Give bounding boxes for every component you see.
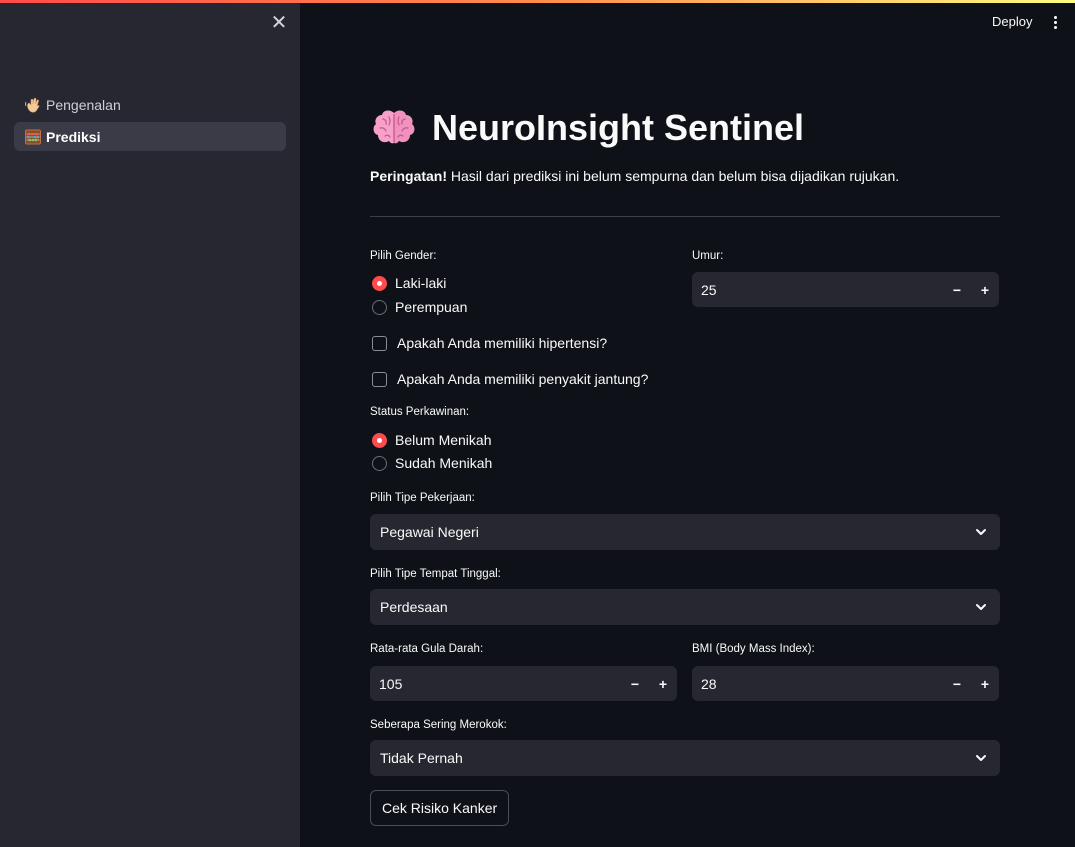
radio-unselected-icon	[372, 299, 387, 315]
work-type-label: Pilih Tipe Pekerjaan:	[370, 492, 475, 504]
select-value: Perdesaan	[380, 599, 448, 615]
checkbox-unchecked-icon	[372, 335, 387, 351]
gender-label: Pilih Gender:	[370, 250, 437, 262]
radio-label: Laki-laki	[395, 275, 447, 291]
age-increment-button[interactable]: +	[971, 272, 999, 307]
sidebar: ✕ Pengenalan Prediksi	[0, 0, 300, 847]
marital-option-belum-menikah[interactable]: Belum Menikah	[372, 432, 492, 448]
radio-selected-icon	[372, 432, 387, 448]
gender-option-laki-laki[interactable]: Laki-laki	[372, 275, 446, 291]
checkbox-label: Apakah Anda memiliki penyakit jantung?	[397, 371, 649, 387]
age-input[interactable]: 25	[692, 282, 943, 298]
chevron-down-icon	[976, 529, 986, 535]
deploy-button[interactable]: Deploy	[986, 12, 1038, 32]
residence-label: Pilih Tipe Tempat Tinggal:	[370, 568, 501, 580]
warning-bold: Peringatan!	[370, 168, 448, 184]
checkbox-label: Apakah Anda memiliki hipertensi?	[397, 335, 608, 351]
bmi-input[interactable]: 28	[692, 676, 943, 692]
chevron-down-icon	[976, 755, 986, 761]
radio-label: Perempuan	[395, 299, 468, 315]
sidebar-item-pengenalan[interactable]: Pengenalan	[14, 90, 286, 119]
check-cancer-risk-button[interactable]: Cek Risiko Kanker	[370, 790, 510, 826]
header-decoration	[0, 0, 1075, 3]
age-decrement-button[interactable]: −	[943, 272, 971, 307]
glucose-increment-button[interactable]: +	[649, 666, 677, 701]
sidebar-item-label: Prediksi	[46, 128, 101, 145]
radio-label: Belum Menikah	[395, 432, 492, 448]
glucose-decrement-button[interactable]: −	[621, 666, 649, 701]
sidebar-item-prediksi[interactable]: Prediksi	[14, 122, 286, 151]
heart-disease-checkbox[interactable]: Apakah Anda memiliki penyakit jantung?	[372, 371, 648, 387]
page-title: NeuroInsight Sentinel	[370, 104, 804, 152]
main-menu-icon[interactable]	[1048, 12, 1062, 32]
warning-text: Peringatan! Hasil dari prediksi ini belu…	[370, 168, 899, 184]
brain-icon	[373, 110, 415, 144]
warning-message: Hasil dari prediksi ini belum sempurna d…	[447, 168, 900, 184]
residence-select[interactable]: Perdesaan	[370, 589, 1000, 625]
close-sidebar-icon[interactable]: ✕	[268, 12, 290, 34]
radio-selected-icon	[372, 275, 387, 291]
abacus-icon	[24, 128, 42, 146]
waving-hand-icon	[24, 96, 42, 114]
radio-label: Sudah Menikah	[395, 455, 493, 471]
glucose-number-input: 105 − +	[370, 666, 677, 701]
age-label: Umur:	[692, 250, 724, 262]
marital-status-label: Status Perkawinan:	[370, 406, 470, 418]
sidebar-item-label: Pengenalan	[46, 96, 121, 113]
hypertension-checkbox[interactable]: Apakah Anda memiliki hipertensi?	[372, 335, 607, 351]
select-value: Pegawai Negeri	[380, 524, 479, 540]
page-title-text: NeuroInsight Sentinel	[432, 107, 805, 148]
select-value: Tidak Pernah	[380, 750, 463, 766]
checkbox-unchecked-icon	[372, 371, 387, 387]
work-type-select[interactable]: Pegawai Negeri	[370, 514, 1000, 550]
smoking-label: Seberapa Sering Merokok:	[370, 719, 507, 731]
radio-unselected-icon	[372, 455, 387, 471]
bmi-increment-button[interactable]: +	[971, 666, 999, 701]
chevron-down-icon	[976, 604, 986, 610]
glucose-input[interactable]: 105	[370, 676, 621, 692]
smoking-select[interactable]: Tidak Pernah	[370, 740, 1000, 776]
glucose-label: Rata-rata Gula Darah:	[370, 643, 484, 655]
divider	[370, 216, 1000, 217]
marital-option-sudah-menikah[interactable]: Sudah Menikah	[372, 455, 492, 471]
gender-option-perempuan[interactable]: Perempuan	[372, 299, 467, 315]
bmi-number-input: 28 − +	[692, 666, 999, 701]
bmi-label: BMI (Body Mass Index):	[692, 643, 815, 655]
age-number-input: 25 − +	[692, 272, 999, 307]
bmi-decrement-button[interactable]: −	[943, 666, 971, 701]
